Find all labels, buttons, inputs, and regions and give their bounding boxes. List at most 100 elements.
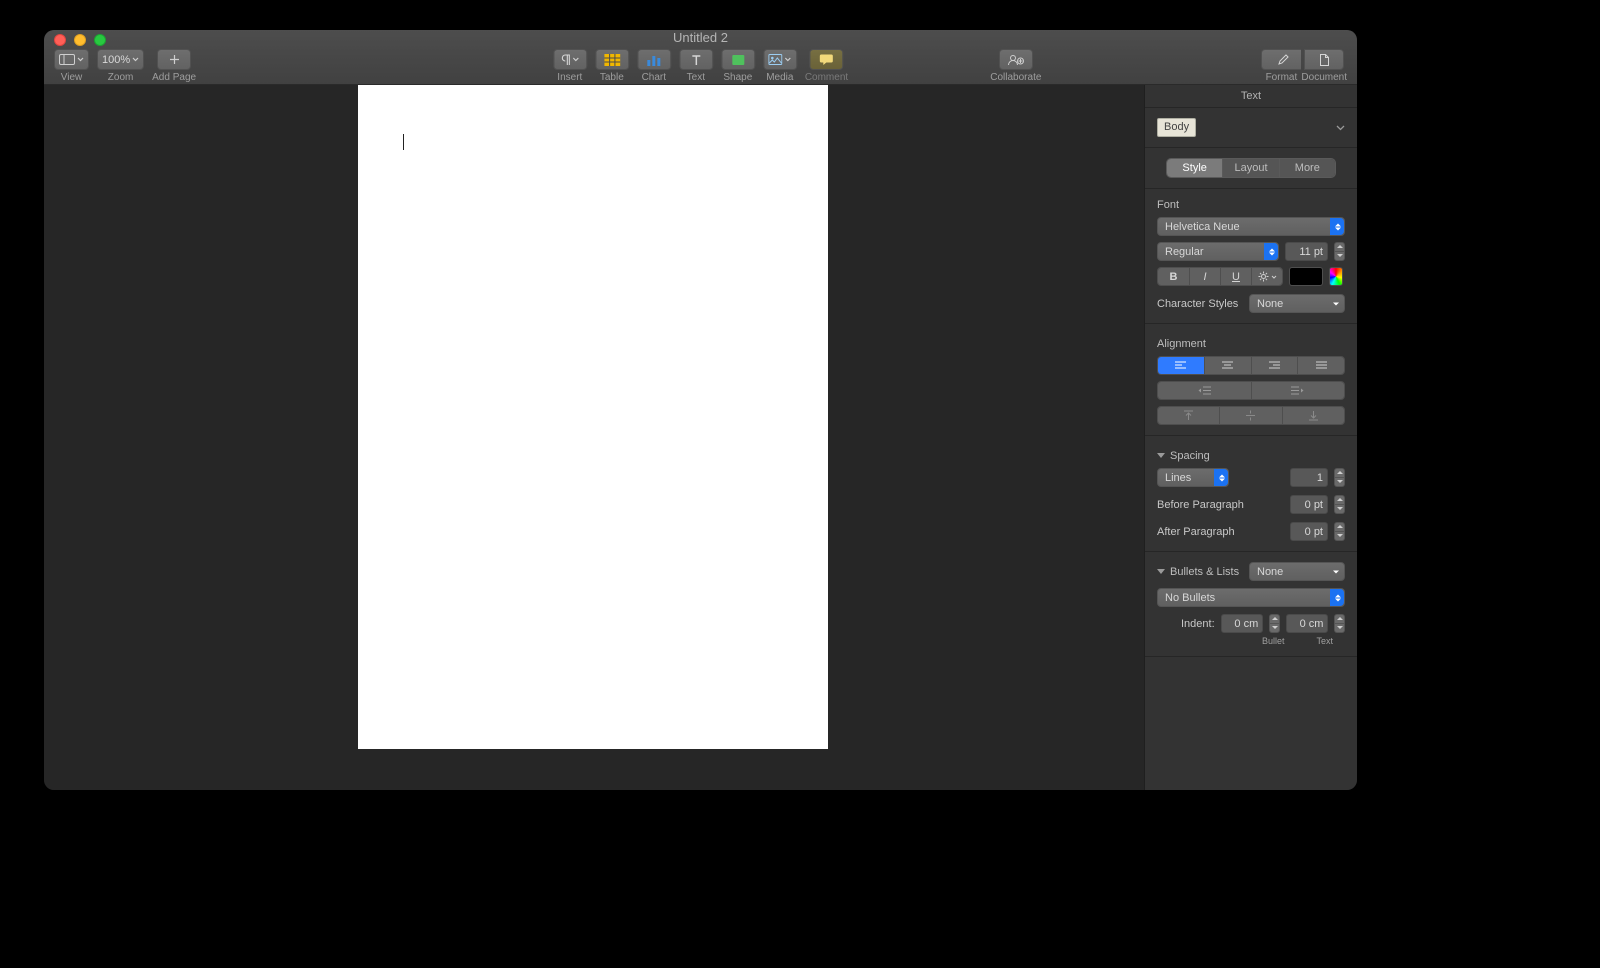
indent-text-field[interactable]: 0 cm <box>1286 614 1329 633</box>
inspector-subtabs: Style Layout More <box>1166 158 1336 178</box>
table-icon <box>604 54 620 66</box>
format-label: Format <box>1266 72 1298 83</box>
chart-button[interactable] <box>637 49 671 70</box>
spacing-value-stepper[interactable] <box>1334 468 1345 487</box>
align-justify-button[interactable] <box>1297 357 1344 374</box>
media-label: Media <box>766 72 793 83</box>
chart-icon <box>646 54 662 66</box>
document-canvas[interactable] <box>44 85 1144 790</box>
comment-icon <box>819 54 833 65</box>
bullets-list-style-menu[interactable]: None <box>1249 562 1345 581</box>
after-paragraph-field[interactable]: 0 pt <box>1290 522 1328 541</box>
valign-top-button[interactable] <box>1158 407 1219 424</box>
indent-bullet-stepper[interactable] <box>1269 614 1280 633</box>
plus-icon <box>169 54 180 65</box>
shape-icon <box>731 54 745 66</box>
align-left-button[interactable] <box>1158 357 1204 374</box>
document-icon <box>1319 54 1329 66</box>
collaborate-button[interactable] <box>999 49 1033 70</box>
page[interactable] <box>358 85 828 749</box>
chevron-down-icon <box>1271 275 1277 279</box>
align-right-icon <box>1269 361 1280 370</box>
minimize-window-button[interactable] <box>74 34 86 46</box>
character-style-menu[interactable]: None <box>1249 294 1345 313</box>
indent-label: Indent: <box>1157 618 1215 630</box>
insert-label: Insert <box>557 72 582 83</box>
spacing-value-field[interactable]: 1 <box>1290 468 1328 487</box>
align-center-icon <box>1222 361 1233 370</box>
chart-label: Chart <box>642 72 666 83</box>
before-paragraph-label: Before Paragraph <box>1157 499 1244 511</box>
font-style-menu[interactable]: Regular <box>1157 242 1279 261</box>
before-paragraph-stepper[interactable] <box>1334 495 1345 514</box>
document-inspector-button[interactable] <box>1304 49 1344 70</box>
format-inspector-button[interactable] <box>1261 49 1301 70</box>
subtab-style[interactable]: Style <box>1167 159 1222 177</box>
font-section-label: Font <box>1157 199 1345 211</box>
table-button[interactable] <box>595 49 629 70</box>
text-icon <box>690 54 702 66</box>
subtab-layout[interactable]: Layout <box>1222 159 1278 177</box>
text-color-picker[interactable] <box>1329 267 1343 286</box>
indent-text-stepper[interactable] <box>1334 614 1345 633</box>
font-size-stepper[interactable] <box>1334 242 1345 261</box>
comment-button[interactable] <box>809 49 843 70</box>
font-family-menu[interactable]: Helvetica Neue <box>1157 217 1345 236</box>
traffic-lights <box>54 34 106 46</box>
underline-button[interactable]: U <box>1220 268 1251 285</box>
text-color-well[interactable] <box>1289 267 1323 286</box>
shape-button[interactable] <box>721 49 755 70</box>
align-center-button[interactable] <box>1204 357 1251 374</box>
zoom-menu-button[interactable]: 100% <box>97 49 144 70</box>
close-window-button[interactable] <box>54 34 66 46</box>
indent-bullet-field[interactable]: 0 cm <box>1221 614 1264 633</box>
before-paragraph-field[interactable]: 0 pt <box>1290 495 1328 514</box>
valign-bottom-button[interactable] <box>1282 407 1344 424</box>
bullets-section-label[interactable]: Bullets & Lists <box>1157 566 1239 578</box>
text-label: Text <box>687 72 705 83</box>
collaborate-label: Collaborate <box>990 72 1041 83</box>
view-icon <box>59 54 75 65</box>
title-bar: Untitled 2 View <box>44 30 1357 85</box>
shape-label: Shape <box>723 72 752 83</box>
after-paragraph-stepper[interactable] <box>1334 522 1345 541</box>
add-page-button[interactable] <box>157 49 191 70</box>
paragraph-style-menu[interactable]: Body <box>1157 118 1196 137</box>
media-menu-button[interactable] <box>763 49 797 70</box>
bold-button[interactable]: B <box>1158 268 1189 285</box>
bullets-type-menu[interactable]: No Bullets <box>1157 588 1345 607</box>
horizontal-alignment-segment <box>1157 356 1345 375</box>
fullscreen-window-button[interactable] <box>94 34 106 46</box>
comment-label: Comment <box>805 72 848 83</box>
decrease-indent-button[interactable] <box>1158 382 1251 399</box>
after-paragraph-label: After Paragraph <box>1157 526 1235 538</box>
spacing-section-label[interactable]: Spacing <box>1157 450 1345 462</box>
align-justify-icon <box>1316 361 1327 370</box>
font-size-field[interactable]: 11 pt <box>1285 242 1328 261</box>
valign-middle-icon <box>1246 410 1255 421</box>
window-title: Untitled 2 <box>44 30 1357 46</box>
insert-menu-button[interactable] <box>553 49 587 70</box>
italic-button[interactable]: I <box>1189 268 1220 285</box>
text-button[interactable] <box>679 49 713 70</box>
inspector-tab-text[interactable]: Text <box>1145 85 1357 108</box>
align-right-button[interactable] <box>1251 357 1298 374</box>
alignment-section-label: Alignment <box>1157 338 1345 350</box>
table-label: Table <box>600 72 624 83</box>
view-menu-button[interactable] <box>54 49 89 70</box>
add-page-label: Add Page <box>152 72 196 83</box>
valign-middle-button[interactable] <box>1219 407 1281 424</box>
chevron-down-icon <box>132 57 139 62</box>
text-format-buttons: B I U <box>1157 267 1283 286</box>
character-styles-label: Character Styles <box>1157 298 1238 310</box>
media-icon <box>768 54 782 65</box>
collaborate-icon <box>1007 54 1025 66</box>
chevron-down-icon <box>784 57 791 62</box>
subtab-more[interactable]: More <box>1279 159 1335 177</box>
spacing-mode-menu[interactable]: Lines <box>1157 468 1229 487</box>
format-inspector: Text Body Style Layout More Font H <box>1144 85 1357 790</box>
increase-indent-button[interactable] <box>1251 382 1345 399</box>
chevron-down-icon[interactable] <box>1336 125 1345 131</box>
align-left-icon <box>1175 361 1186 370</box>
advanced-font-button[interactable] <box>1251 268 1282 285</box>
